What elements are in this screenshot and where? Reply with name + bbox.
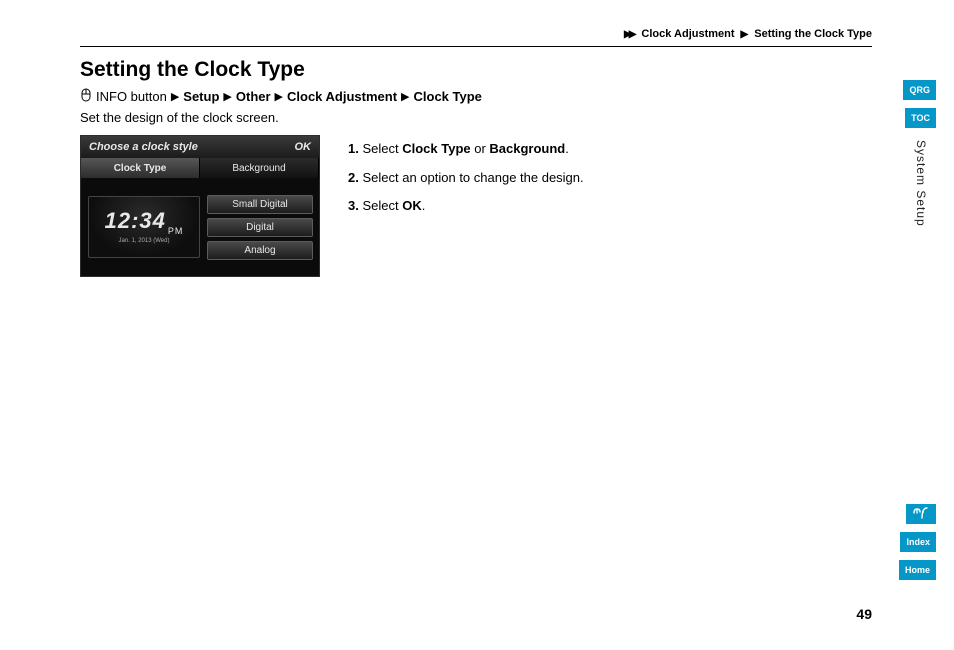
nav-index-button[interactable]: Index	[900, 532, 936, 552]
section-label: System Setup	[914, 140, 928, 227]
step-1: 1. Select Clock Type or Background.	[348, 135, 584, 164]
step-2-text: Select an option to change the design.	[362, 170, 583, 185]
breadcrumb: ▶▶ Clock Adjustment ▶ Setting the Clock …	[624, 28, 872, 40]
nav-sep-icon: ▶	[223, 90, 231, 103]
breadcrumb-item-2[interactable]: Setting the Clock Type	[754, 28, 872, 40]
nav-sep-icon: ▶	[401, 90, 409, 103]
ss-header-title: Choose a clock style	[89, 141, 198, 153]
ss-header-ok: OK	[295, 141, 312, 153]
nav-qrg-button[interactable]: QRG	[903, 80, 936, 100]
step-1-end: .	[565, 141, 569, 156]
ss-option-small-digital: Small Digital	[207, 195, 313, 214]
ss-clock-ampm: PM	[168, 226, 184, 236]
step-3-end: .	[422, 198, 426, 213]
breadcrumb-item-1[interactable]: Clock Adjustment	[641, 28, 734, 40]
clock-style-screenshot: Choose a clock style OK Clock Type Backg…	[80, 135, 320, 277]
side-nav-top: QRG TOC System Setup	[903, 80, 936, 227]
page-title: Setting the Clock Type	[80, 58, 854, 82]
ss-clock-time: 12:34	[105, 208, 166, 233]
step-2: 2. Select an option to change the design…	[348, 164, 584, 193]
ss-option-digital: Digital	[207, 218, 313, 237]
step-1-background: Background	[489, 141, 565, 156]
step-1-text-a: Select	[362, 141, 402, 156]
step-3-ok: OK	[402, 198, 422, 213]
nav-voice-button[interactable]	[906, 504, 936, 524]
breadcrumb-arrows-icon: ▶▶	[624, 29, 633, 40]
voice-icon	[913, 507, 929, 521]
nav-toc-button[interactable]: TOC	[905, 108, 936, 128]
ss-tab-clock-type: Clock Type	[81, 158, 200, 178]
ss-clock-date: Jan. 1, 2013 (Wed)	[119, 238, 170, 244]
step-1-text-mid: or	[471, 141, 490, 156]
nav-clock-adjustment: Clock Adjustment	[287, 89, 397, 104]
nav-other: Other	[236, 89, 271, 104]
side-nav-bottom: Index Home	[899, 504, 936, 580]
step-2-num: 2.	[348, 170, 359, 185]
lead-text: Set the design of the clock screen.	[80, 110, 854, 125]
page-number: 49	[856, 606, 872, 622]
nav-path: INFO button ▶ Setup ▶ Other ▶ Clock Adju…	[80, 88, 854, 104]
step-3-text-a: Select	[362, 198, 402, 213]
nav-home-button[interactable]: Home	[899, 560, 936, 580]
step-1-num: 1.	[348, 141, 359, 156]
nav-setup: Setup	[183, 89, 219, 104]
main-content: Setting the Clock Type INFO button ▶ Set…	[80, 58, 854, 277]
ss-tab-background: Background	[200, 158, 319, 178]
steps-list: 1. Select Clock Type or Background. 2. S…	[348, 135, 584, 221]
step-1-clock-type: Clock Type	[402, 141, 470, 156]
ss-clock-preview: 12:34PM Jan. 1, 2013 (Wed)	[81, 178, 207, 276]
top-rule	[80, 46, 872, 47]
breadcrumb-sep-icon: ▶	[741, 29, 749, 40]
mouse-icon	[80, 88, 92, 104]
ss-option-analog: Analog	[207, 241, 313, 260]
nav-sep-icon: ▶	[171, 90, 179, 103]
nav-sep-icon: ▶	[275, 90, 283, 103]
nav-clock-type: Clock Type	[414, 89, 482, 104]
nav-info-button: INFO button	[96, 89, 167, 104]
step-3-num: 3.	[348, 198, 359, 213]
step-3: 3. Select OK.	[348, 192, 584, 221]
